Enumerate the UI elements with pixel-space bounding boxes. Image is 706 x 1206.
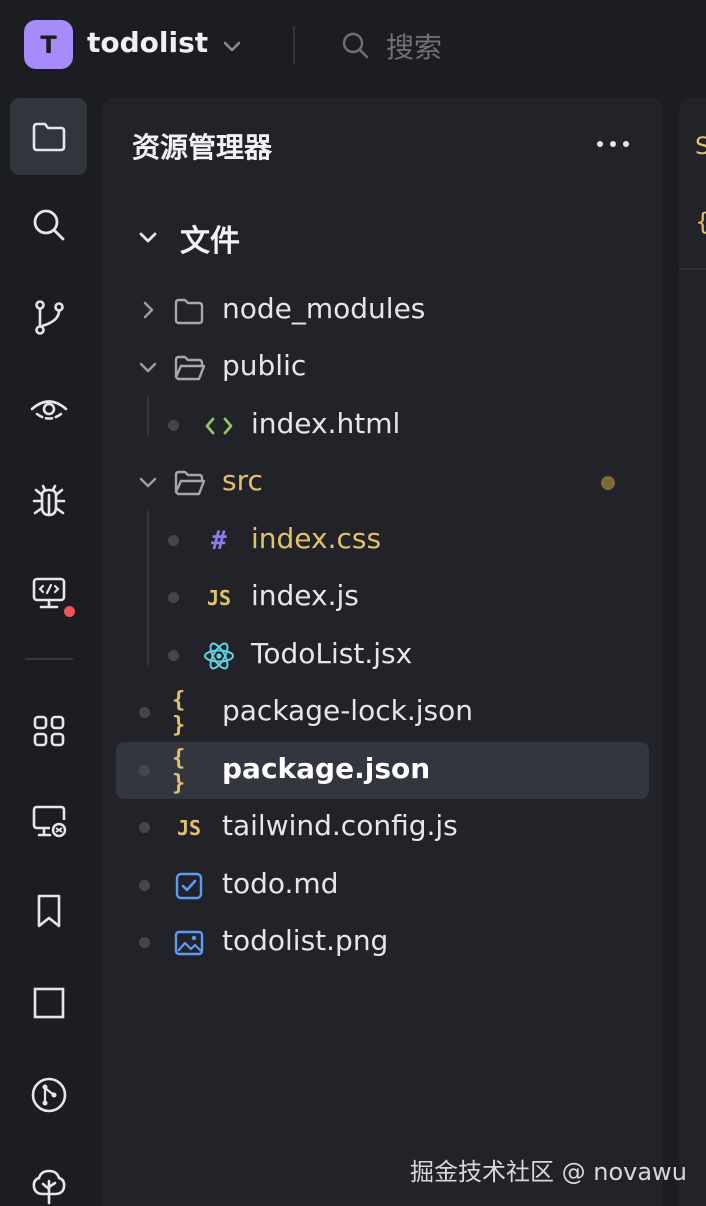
modified-indicator xyxy=(601,476,615,490)
tree-item-index-css[interactable]: # index.css xyxy=(116,512,649,569)
chevron-down-icon xyxy=(139,477,157,488)
tree-item-package-lock-json[interactable]: { } package-lock.json xyxy=(116,684,649,741)
tree-bullet xyxy=(139,822,150,833)
search-icon[interactable] xyxy=(340,30,370,60)
tree-button[interactable] xyxy=(10,1148,87,1206)
explorer-title: 资源管理器 xyxy=(132,131,273,164)
git-graph-button[interactable] xyxy=(10,1056,87,1133)
tree-item-label: package.json xyxy=(222,752,431,785)
tree-bullet xyxy=(139,880,150,891)
activity-bar xyxy=(0,88,96,1206)
tree-item-label: todolist.png xyxy=(222,924,389,957)
git-branch-icon xyxy=(34,299,64,335)
tree-bullet xyxy=(139,707,150,718)
js-icon: JS xyxy=(176,816,202,840)
folder-open-icon xyxy=(172,351,206,385)
files-section-title[interactable]: 文件 xyxy=(180,216,240,260)
tree-item-label: TodoList.jsx xyxy=(251,637,413,670)
json-braces-icon: { } xyxy=(172,688,186,738)
chevron-down-icon[interactable] xyxy=(136,225,160,249)
remote-explorer-button[interactable] xyxy=(10,554,87,631)
tree-item-label: index.js xyxy=(251,579,359,612)
source-control-button[interactable] xyxy=(10,278,87,355)
panel-button[interactable] xyxy=(10,964,87,1041)
html-code-icon xyxy=(202,409,236,443)
git-graph-icon xyxy=(31,1077,66,1112)
folder-icon xyxy=(32,122,65,151)
tree-item-label: package-lock.json xyxy=(222,694,473,727)
tree-bullet xyxy=(139,937,150,948)
tree-item-label: src xyxy=(222,464,263,497)
chevron-right-icon xyxy=(143,301,154,319)
tree-item-label: tailwind.config.js xyxy=(222,809,458,842)
tree-item-todolist-png[interactable]: todolist.png xyxy=(116,914,649,971)
tree-item-todo-md[interactable]: todo.md xyxy=(116,857,649,914)
json-braces-icon: { } xyxy=(172,746,186,796)
tree-item-label: node_modules xyxy=(222,292,426,325)
tree-bullet xyxy=(168,535,179,546)
search-button[interactable] xyxy=(10,186,87,263)
debug-button[interactable] xyxy=(10,462,87,539)
tree-item-label: public xyxy=(222,349,307,382)
tree-bullet xyxy=(168,420,179,431)
tree-bullet xyxy=(139,765,150,776)
title-bar: T todolist 搜索 xyxy=(0,0,706,88)
tree-bullet xyxy=(168,650,179,661)
explorer-button[interactable] xyxy=(10,98,87,175)
tree-item-label: index.css xyxy=(251,522,382,555)
bookmark-icon xyxy=(37,894,60,927)
tree-bullet xyxy=(168,592,179,603)
more-icon[interactable] xyxy=(594,134,634,154)
search-input[interactable]: 搜索 xyxy=(386,26,442,66)
eye-icon xyxy=(30,399,67,420)
tree-icon xyxy=(32,1169,65,1204)
project-name[interactable]: todolist xyxy=(87,26,208,59)
tree-item-src[interactable]: src xyxy=(116,454,649,511)
tree-item-index-js[interactable]: JS index.js xyxy=(116,569,649,626)
remote-monitor-icon xyxy=(32,805,66,837)
search-icon xyxy=(33,209,64,240)
tree-item-todolist-jsx[interactable]: TodoList.jsx xyxy=(116,627,649,684)
extensions-icon xyxy=(33,715,64,746)
explorer-panel: 资源管理器 文件 node_modules public index.html … xyxy=(102,98,663,1206)
activity-divider xyxy=(25,658,73,660)
extensions-button[interactable] xyxy=(10,692,87,769)
bookmarks-button[interactable] xyxy=(10,872,87,949)
bug-icon xyxy=(32,484,65,516)
hash-icon: # xyxy=(211,526,227,556)
image-icon xyxy=(172,926,206,960)
folder-open-icon xyxy=(172,466,206,500)
chevron-down-icon xyxy=(139,362,157,373)
checkbox-icon xyxy=(172,869,206,903)
tree-item-node-modules[interactable]: node_modules xyxy=(116,282,649,339)
react-icon xyxy=(202,639,236,673)
tree-item-tailwind-config-js[interactable]: JS tailwind.config.js xyxy=(116,799,649,856)
editor-peek: S { xyxy=(679,98,706,1206)
tree-item-index-html[interactable]: index.html xyxy=(116,397,649,454)
tree-item-package-json[interactable]: { } package.json xyxy=(116,742,649,799)
square-icon xyxy=(33,987,64,1018)
preview-button[interactable] xyxy=(10,370,87,447)
folder-icon xyxy=(172,294,206,328)
project-avatar[interactable]: T xyxy=(24,20,73,69)
title-divider xyxy=(293,26,295,64)
notification-badge xyxy=(62,604,77,619)
remote-button[interactable] xyxy=(10,782,87,859)
tree-item-public[interactable]: public xyxy=(116,339,649,396)
editor-tab-glyph[interactable]: S xyxy=(695,132,706,160)
editor-breadcrumb-glyph: { xyxy=(695,208,706,236)
tree-item-label: todo.md xyxy=(222,867,339,900)
js-icon: JS xyxy=(206,586,232,610)
editor-separator xyxy=(679,268,706,270)
watermark: 掘金技术社区 @ novawu xyxy=(410,1158,687,1186)
chevron-down-icon[interactable] xyxy=(220,34,244,58)
tree-item-label: index.html xyxy=(251,407,401,440)
